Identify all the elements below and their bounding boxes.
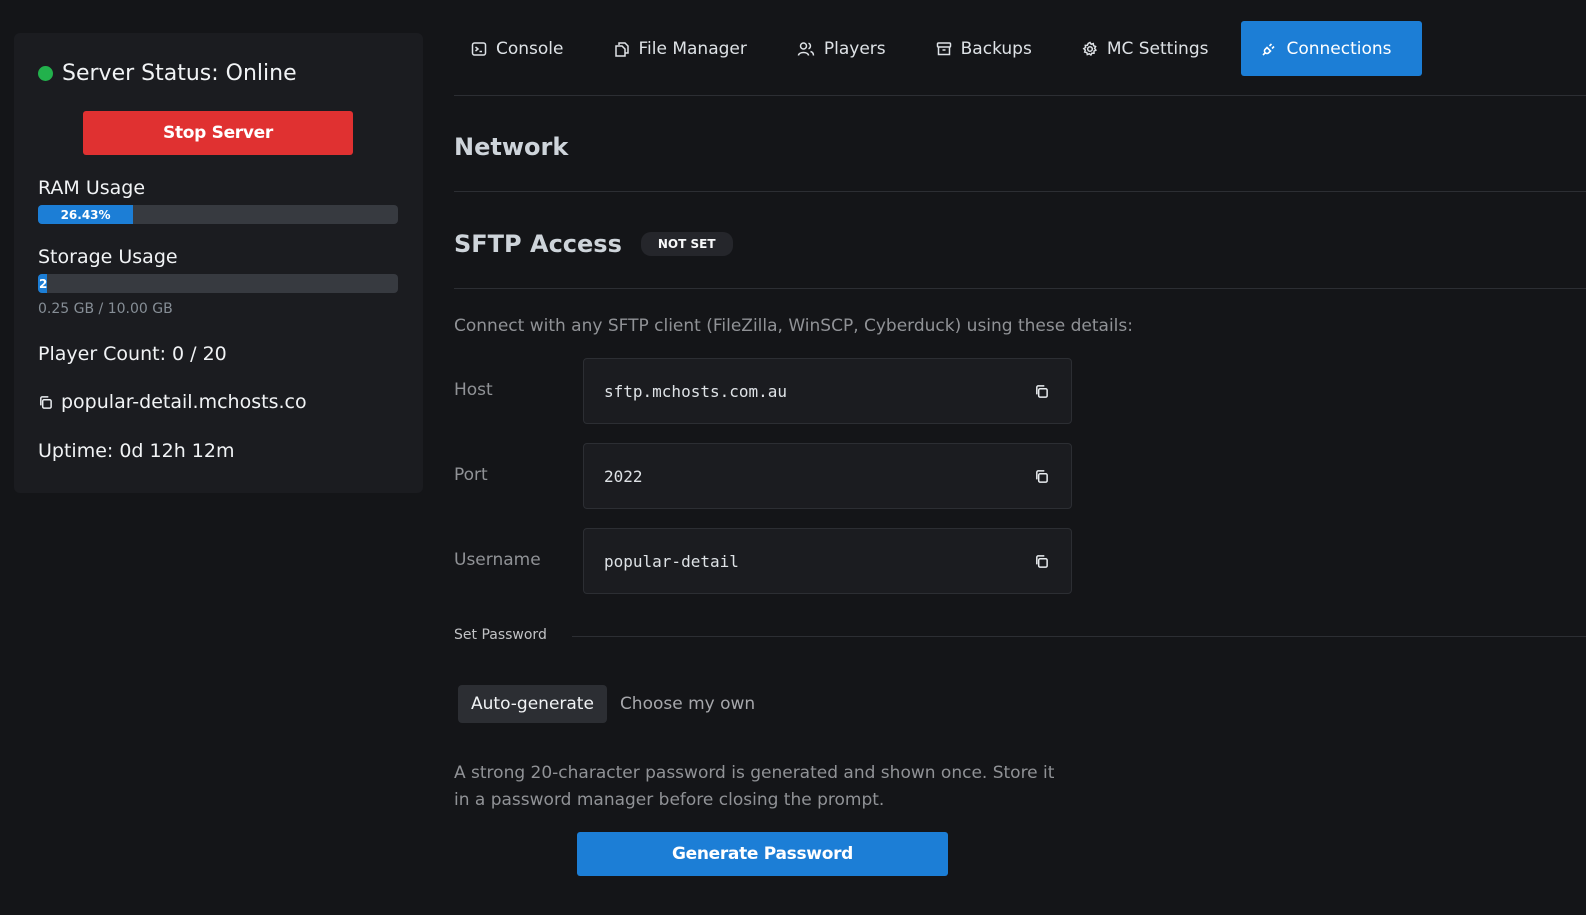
tab-label: MC Settings	[1106, 38, 1209, 59]
port-label: Port	[454, 465, 488, 485]
username-label: Username	[454, 550, 541, 570]
plug-icon	[1262, 42, 1276, 56]
host-value: sftp.mchosts.com.au	[604, 381, 788, 401]
sftp-status-badge: NOT SET	[640, 232, 733, 256]
ram-usage-bar: 26.43%	[38, 205, 398, 224]
password-help-text: A strong 20-character password is genera…	[454, 763, 1055, 810]
copy-icon[interactable]	[1034, 384, 1049, 399]
username-field: popular-detail	[583, 528, 1072, 594]
archive-icon	[936, 41, 951, 55]
password-mode-control: Auto-generate Choose my own	[458, 685, 755, 723]
copy-icon[interactable]	[1034, 469, 1049, 484]
tab-label: Connections	[1286, 38, 1392, 59]
auto-generate-option[interactable]: Auto-generate	[458, 685, 607, 723]
ram-usage-label: RAM Usage	[38, 177, 146, 199]
sftp-heading: SFTP Access	[454, 230, 622, 258]
uptime: Uptime: 0d 12h 12m	[38, 440, 235, 462]
tab-file-manager[interactable]: File Manager	[597, 21, 764, 76]
connect-instructions: Connect with any SFTP client (FileZilla,…	[454, 316, 1133, 336]
tab-mc-settings[interactable]: MC Settings	[1065, 21, 1226, 76]
storage-usage-label: Storage Usage	[38, 246, 178, 268]
tab-players[interactable]: Players	[780, 21, 903, 76]
copy-icon[interactable]	[38, 395, 53, 410]
sftp-header: SFTP Access NOT SET	[454, 230, 733, 258]
tab-label: Backups	[960, 38, 1032, 59]
storage-usage-detail: 0.25 GB / 10.00 GB	[38, 301, 173, 317]
divider	[454, 191, 1586, 192]
tab-connections[interactable]: Connections	[1241, 21, 1422, 76]
server-address: popular-detail.mchosts.co	[61, 391, 307, 413]
port-field: 2022	[583, 443, 1072, 509]
divider	[572, 636, 1586, 637]
tab-label: Players	[823, 38, 886, 59]
tabs-divider	[454, 95, 1586, 96]
server-status-text: Server Status: Online	[62, 61, 297, 86]
tab-backups[interactable]: Backups	[919, 21, 1049, 76]
generate-password-button[interactable]: Generate Password	[577, 832, 948, 876]
set-password-label: Set Password	[454, 627, 547, 643]
stop-server-button[interactable]: Stop Server	[83, 111, 353, 155]
server-address-row[interactable]: popular-detail.mchosts.co	[38, 391, 307, 413]
port-value: 2022	[604, 466, 643, 486]
username-value: popular-detail	[604, 551, 739, 571]
tab-label: File Manager	[638, 38, 747, 59]
ram-usage-fill: 26.43%	[38, 205, 134, 224]
users-icon	[797, 41, 815, 56]
network-heading: Network	[454, 133, 569, 161]
files-icon	[614, 41, 629, 57]
copy-icon[interactable]	[1034, 554, 1049, 569]
gear-icon	[1082, 41, 1097, 56]
server-sidebar: Server Status: Online Stop Server RAM Us…	[14, 33, 423, 493]
server-status: Server Status: Online	[38, 61, 297, 86]
storage-usage-fill: 2	[38, 274, 47, 293]
host-label: Host	[454, 380, 493, 400]
divider	[454, 288, 1586, 289]
terminal-icon	[471, 41, 487, 56]
player-count: Player Count: 0 / 20	[38, 343, 227, 365]
host-field: sftp.mchosts.com.au	[583, 358, 1072, 424]
status-dot-icon	[38, 66, 53, 81]
tab-console[interactable]: Console	[454, 21, 581, 76]
choose-own-option[interactable]: Choose my own	[620, 685, 755, 723]
storage-usage-bar: 2	[38, 274, 398, 293]
tab-bar: Console File Manager Players Backups MC …	[454, 21, 1438, 76]
tab-label: Console	[496, 38, 564, 59]
